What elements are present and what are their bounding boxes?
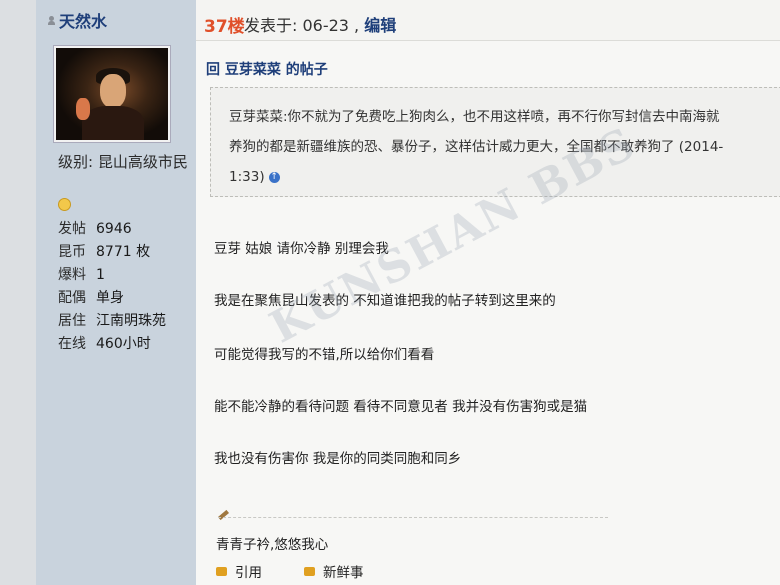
screen-frame: 天然水 级别: 昆山高级市民 发帖 6946 昆币 8771 枚 爆料 1 配偶… <box>0 0 780 585</box>
stat-label: 爆料 <box>58 267 86 283</box>
smiley-icon <box>58 198 71 211</box>
stat-value: 8771 枚 <box>96 244 151 260</box>
stat-label: 配偶 <box>58 290 86 306</box>
stat-online: 在线 460小时 <box>58 333 166 356</box>
post-date: 发表于: 06-23 , <box>244 16 365 35</box>
quote-line: 豆芽菜菜:你不就为了免费吃上狗肉么，也不用这样喷，再不行你写封信去中南海就 <box>229 109 720 125</box>
fresh-news-icon <box>304 566 315 576</box>
quote-box: 豆芽菜菜:你不就为了免费吃上狗肉么，也不用这样喷，再不行你写封信去中南海就 养狗… <box>210 87 780 197</box>
user-level: 级别: 昆山高级市民 <box>58 153 188 171</box>
avatar[interactable] <box>54 46 170 142</box>
floor-number: 37楼 <box>204 17 245 37</box>
stat-tips: 爆料 1 <box>58 264 166 287</box>
reply-title[interactable]: 回 豆芽菜菜 的帖子 <box>206 59 328 79</box>
stat-value: 1 <box>96 267 105 283</box>
edit-link[interactable]: 编辑 <box>364 16 396 35</box>
quote-button[interactable]: 引用 <box>216 561 262 581</box>
stat-residence: 居住 江南明珠苑 <box>58 310 166 333</box>
user-sidebar: 天然水 级别: 昆山高级市民 发帖 6946 昆币 8771 枚 爆料 1 配偶… <box>36 0 197 585</box>
stat-spouse: 配偶 单身 <box>58 287 166 310</box>
content-line: 能不能冷静的看待问题 看待不同意见者 我并没有伤害狗或是猫 <box>214 399 588 415</box>
stat-value: 6946 <box>96 221 132 237</box>
signature-divider <box>218 517 608 518</box>
fresh-news-button[interactable]: 新鲜事 <box>304 561 364 581</box>
avatar-face <box>100 74 126 108</box>
user-header: 天然水 <box>48 8 107 32</box>
stat-label: 在线 <box>58 336 86 352</box>
stat-label: 居住 <box>58 313 86 329</box>
avatar-hand <box>76 98 90 120</box>
stat-label: 发帖 <box>58 221 86 237</box>
quote-line-text: 1:33) <box>229 169 265 185</box>
stat-value: 江南明珠苑 <box>96 313 166 329</box>
stat-posts: 发帖 6946 <box>58 218 166 241</box>
stat-coins: 昆币 8771 枚 <box>58 241 166 264</box>
fresh-news-label: 新鲜事 <box>323 565 364 581</box>
quote-icon <box>216 566 227 576</box>
user-stats: 发帖 6946 昆币 8771 枚 爆料 1 配偶 单身 居住 江南明珠苑 在线… <box>58 218 166 356</box>
post-actions: 引用 新鲜事 <box>216 561 364 581</box>
pencil-icon <box>218 509 229 521</box>
user-status-icon <box>48 15 55 25</box>
post-header: 37楼 发表于: 06-23 , 编辑 <box>196 0 780 41</box>
post-meta: 发表于: 06-23 , 编辑 <box>244 12 396 36</box>
stat-value: 460小时 <box>96 336 151 352</box>
avatar-body <box>82 106 144 140</box>
quote-label: 引用 <box>235 565 262 581</box>
screen-bezel <box>0 0 36 585</box>
username-link[interactable]: 天然水 <box>59 8 107 32</box>
stat-value: 单身 <box>96 290 124 306</box>
quote-line: 养狗的都是新疆维族的恐、暴份子，这样估计威力更大，全国都不敢养狗了 (2014- <box>229 139 724 155</box>
signature: 青青子衿,悠悠我心 <box>216 537 329 553</box>
stat-label: 昆币 <box>58 244 86 260</box>
content-line: 可能觉得我写的不错,所以给你们看看 <box>214 347 435 363</box>
go-to-post-icon[interactable]: ↑ <box>268 171 280 183</box>
content-line: 我也没有伤害你 我是你的同类同胞和同乡 <box>214 451 462 467</box>
